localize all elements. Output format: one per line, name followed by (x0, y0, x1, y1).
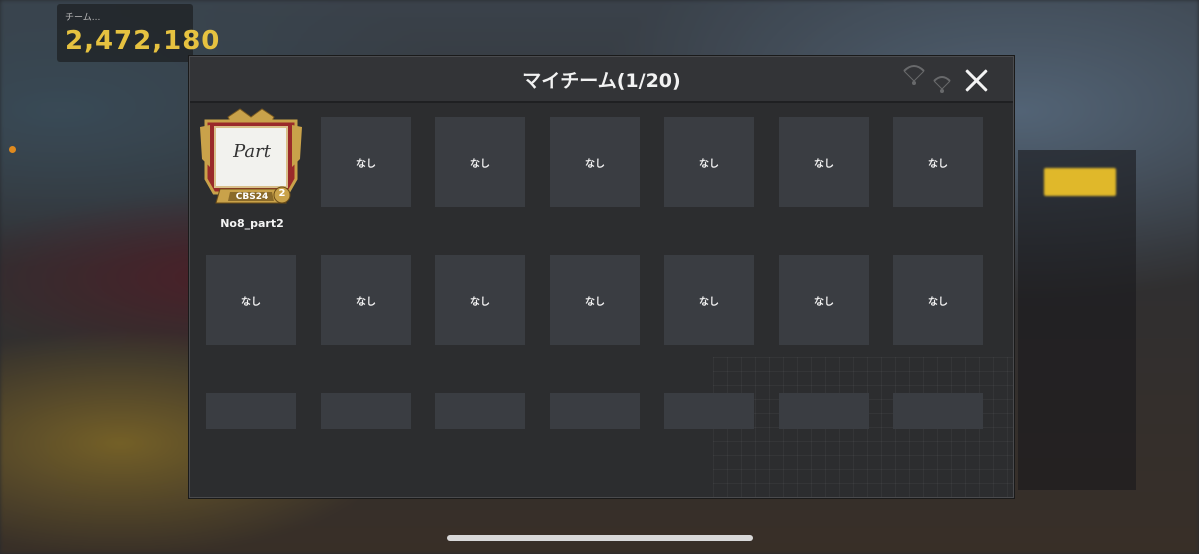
empty-slot-label: なし (585, 158, 605, 170)
home-indicator[interactable] (447, 535, 753, 541)
dialog-title: マイチーム(1/20) (522, 70, 681, 92)
parachute-icon (903, 65, 951, 93)
team-slot-7[interactable]: なし (893, 117, 983, 207)
empty-slot-label: なし (928, 296, 948, 308)
empty-slot-label: なし (699, 296, 719, 308)
empty-slot-label: なし (241, 296, 261, 308)
team-slot-14[interactable]: なし (893, 255, 983, 345)
notification-dot (9, 146, 16, 153)
team-slot-10[interactable]: なし (435, 255, 525, 345)
team-slot-2[interactable]: なし (321, 117, 411, 207)
team-slot-19[interactable] (664, 393, 754, 429)
team-slot-18[interactable] (550, 393, 640, 429)
team-slot-1[interactable]: Part CBS24 2 No8_part2 (200, 107, 304, 237)
team-slot-11[interactable]: なし (550, 255, 640, 345)
team-slot-4[interactable]: なし (550, 117, 640, 207)
team-slot-15[interactable] (206, 393, 296, 429)
team-name: No8_part2 (220, 217, 284, 230)
background-side-panel (1018, 150, 1136, 490)
my-team-dialog: マイチーム(1/20) Part CBS24 2 No8_part2 なし なし… (189, 56, 1014, 498)
team-slot-16[interactable] (321, 393, 411, 429)
empty-slot-label: なし (699, 158, 719, 170)
badge-tag: CBS24 (235, 192, 269, 202)
team-slot-8[interactable]: なし (206, 255, 296, 345)
background-stat-label: チーム... (65, 13, 101, 23)
team-slot-12[interactable]: なし (664, 255, 754, 345)
empty-slot-label: なし (928, 158, 948, 170)
badge-text: Part (233, 141, 271, 162)
team-slot-13[interactable]: なし (779, 255, 869, 345)
team-slot-3[interactable]: なし (435, 117, 525, 207)
dialog-header: マイチーム(1/20) (190, 57, 1013, 103)
team-slot-21[interactable] (893, 393, 983, 429)
empty-slot-label: なし (814, 158, 834, 170)
empty-slot-label: なし (356, 158, 376, 170)
background-stat-panel: チーム... 2,472,180 (57, 4, 219, 62)
empty-slot-label: なし (814, 296, 834, 308)
empty-slot-label: なし (356, 296, 376, 308)
background-yellow-button (1044, 168, 1116, 196)
badge-level: 2 (278, 188, 286, 199)
team-slot-17[interactable] (435, 393, 525, 429)
empty-slot-label: なし (585, 296, 605, 308)
background-stat-value: 2,472,180 (65, 26, 221, 56)
team-slot-6[interactable]: なし (779, 117, 869, 207)
empty-slot-label: なし (470, 296, 490, 308)
close-button[interactable] (960, 65, 994, 95)
empty-slot-label: なし (470, 158, 490, 170)
team-slot-5[interactable]: なし (664, 117, 754, 207)
team-slot-9[interactable]: なし (321, 255, 411, 345)
team-slot-20[interactable] (779, 393, 869, 429)
